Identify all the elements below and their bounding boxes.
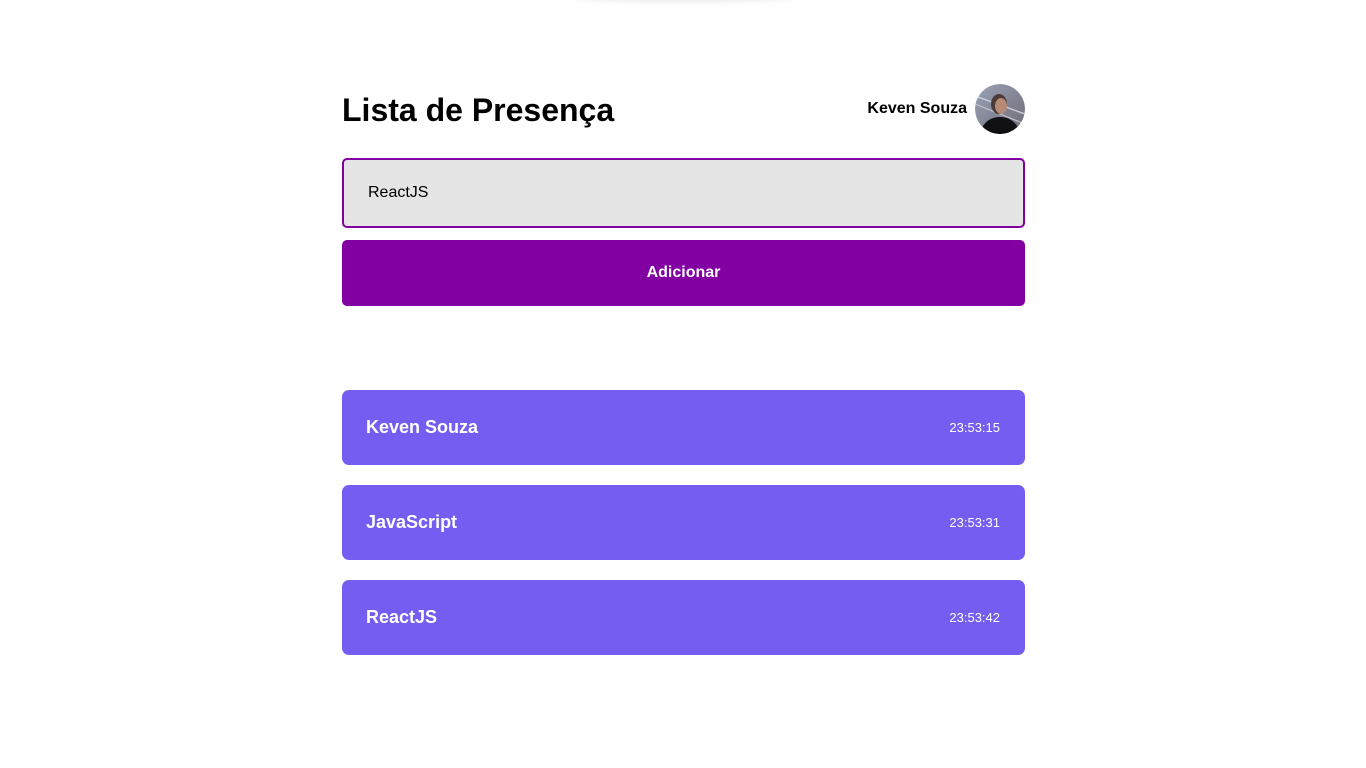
user-profile: Keven Souza bbox=[867, 84, 1025, 134]
student-time: 23:53:15 bbox=[949, 420, 1000, 435]
avatar bbox=[975, 84, 1025, 134]
page-header: Lista de Presença Keven Souza bbox=[342, 84, 1025, 134]
student-time: 23:53:31 bbox=[949, 515, 1000, 530]
list-item: ReactJS 23:53:42 bbox=[342, 580, 1025, 655]
list-item: Keven Souza 23:53:15 bbox=[342, 390, 1025, 465]
list-item: JavaScript 23:53:31 bbox=[342, 485, 1025, 560]
profile-name: Keven Souza bbox=[867, 100, 967, 117]
add-button[interactable]: Adicionar bbox=[342, 240, 1025, 306]
name-input[interactable] bbox=[342, 158, 1025, 228]
student-time: 23:53:42 bbox=[949, 610, 1000, 625]
student-name: JavaScript bbox=[366, 512, 458, 532]
app-container: Lista de Presença Keven Souza ReactJS Ad… bbox=[342, 84, 1025, 675]
page-title: Lista de Presença bbox=[342, 91, 615, 128]
presence-list: Keven Souza 23:53:15 JavaScript 23:53:31… bbox=[342, 390, 1025, 655]
student-name: Keven Souza bbox=[366, 417, 479, 437]
student-name: ReactJS bbox=[366, 607, 438, 627]
